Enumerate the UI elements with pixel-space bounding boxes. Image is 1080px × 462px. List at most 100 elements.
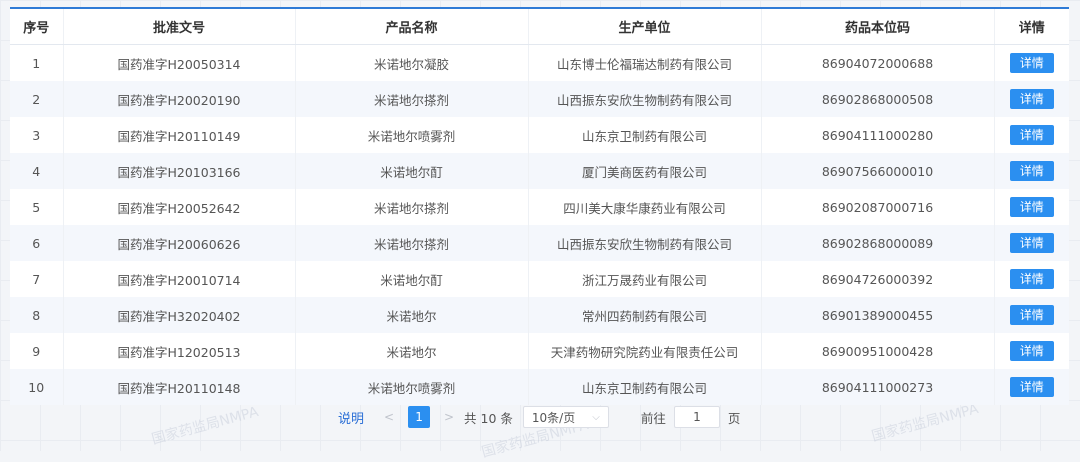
cell-maker: 山西振东安欣生物制药有限公司	[528, 81, 762, 117]
table-row: 3 国药准字H20110149 米诺地尔喷雾剂 山东京卫制药有限公司 869041110…	[10, 117, 1069, 153]
page-size-select[interactable]: 10条/页 ⌵	[522, 406, 609, 428]
cell-maker: 山东京卫制药有限公司	[528, 369, 762, 405]
cell-no: 8	[10, 297, 64, 333]
cell-product: 米诺地尔凝胶	[295, 44, 529, 81]
cell-detail: 详情	[994, 117, 1069, 153]
cell-detail: 详情	[994, 225, 1069, 261]
cell-product: 米诺地尔	[295, 297, 529, 333]
cell-no: 6	[10, 225, 64, 261]
cell-detail: 详情	[994, 153, 1069, 189]
cell-code: 86904072000688	[761, 44, 995, 81]
cell-maker: 天津药物研究院药业有限责任公司	[528, 333, 762, 369]
cell-code: 86904726000392	[761, 261, 995, 297]
cell-detail: 详情	[994, 261, 1069, 297]
cell-approval: 国药准字H12020513	[63, 333, 296, 369]
cell-product: 米诺地尔酊	[295, 261, 529, 297]
cell-no: 1	[10, 44, 64, 81]
cell-approval: 国药准字H20010714	[63, 261, 296, 297]
detail-button[interactable]: 详情	[1009, 125, 1054, 145]
detail-button[interactable]: 详情	[1009, 89, 1054, 109]
note-link[interactable]: 说明	[338, 408, 364, 427]
table-row: 7 国药准字H20010714 米诺地尔酊 浙江万晟药业有限公司 86904726000…	[10, 261, 1069, 297]
chevron-down-icon: ⌵	[592, 411, 600, 423]
cell-detail: 详情	[994, 369, 1069, 405]
cell-maker: 厦门美商医药有限公司	[528, 153, 762, 189]
header-product: 产品名称	[295, 9, 529, 45]
detail-button[interactable]: 详情	[1009, 197, 1054, 217]
cell-detail: 详情	[994, 333, 1069, 369]
cell-product: 米诺地尔搽剂	[295, 189, 529, 225]
cell-no: 7	[10, 261, 64, 297]
cell-detail: 详情	[994, 189, 1069, 225]
goto-label: 前往	[640, 410, 666, 426]
table-row: 5 国药准字H20052642 米诺地尔搽剂 四川美大康华康药业有限公司 8690208…	[10, 189, 1069, 225]
detail-button[interactable]: 详情	[1009, 161, 1054, 181]
detail-button[interactable]: 详情	[1009, 53, 1054, 73]
cell-no: 9	[10, 333, 64, 369]
cell-product: 米诺地尔	[295, 333, 529, 369]
detail-button[interactable]: 详情	[1009, 269, 1054, 289]
cell-approval: 国药准字H20110148	[63, 369, 296, 405]
cell-maker: 四川美大康华康药业有限公司	[528, 189, 762, 225]
page-size-value: 10条/页	[531, 410, 576, 425]
header-maker: 生产单位	[528, 9, 762, 45]
goto-suffix: 页	[727, 410, 741, 426]
cell-no: 3	[10, 117, 64, 153]
cell-code: 86904111000273	[761, 369, 995, 405]
table-row: 6 国药准字H20060626 米诺地尔搽剂 山西振东安欣生物制药有限公司 869028…	[10, 225, 1069, 261]
cell-maker: 山东博士伦福瑞达制药有限公司	[528, 44, 762, 81]
cell-approval: 国药准字H20060626	[63, 225, 296, 261]
table-row: 2 国药准字H20020190 米诺地尔搽剂 山西振东安欣生物制药有限公司 869028…	[10, 81, 1069, 117]
table-row: 1 国药准字H20050314 米诺地尔凝胶 山东博士伦福瑞达制药有限公司 869040…	[10, 44, 1069, 81]
detail-button[interactable]: 详情	[1009, 377, 1054, 397]
cell-approval: 国药准字H32020402	[63, 297, 296, 333]
detail-button[interactable]: 详情	[1009, 233, 1054, 253]
cell-code: 86900951000428	[761, 333, 995, 369]
table-row: 8 国药准字H32020402 米诺地尔 常州四药制药有限公司 869013890004…	[10, 297, 1069, 333]
goto-page-input[interactable]: 1	[673, 406, 720, 428]
cell-code: 86907566000010	[761, 153, 995, 189]
cell-no: 4	[10, 153, 64, 189]
prev-page-icon[interactable]: <	[378, 410, 400, 424]
header-approval: 批准文号	[63, 9, 296, 45]
cell-approval: 国药准字H20052642	[63, 189, 296, 225]
table-row: 10 国药准字H20110148 米诺地尔喷雾剂 山东京卫制药有限公司 86904111…	[10, 369, 1069, 405]
cell-maker: 浙江万晟药业有限公司	[528, 261, 762, 297]
drug-table: 序号 批准文号 产品名称 生产单位 药品本位码 详情 1 国药准字H2005031…	[10, 9, 1069, 405]
page-number-current[interactable]: 1	[408, 406, 431, 428]
detail-button[interactable]: 详情	[1009, 341, 1054, 361]
cell-product: 米诺地尔酊	[295, 153, 529, 189]
cell-no: 10	[10, 369, 64, 405]
cell-maker: 山西振东安欣生物制药有限公司	[528, 225, 762, 261]
cell-product: 米诺地尔搽剂	[295, 81, 529, 117]
cell-detail: 详情	[994, 297, 1069, 333]
cell-approval: 国药准字H20103166	[63, 153, 296, 189]
table-body: 1 国药准字H20050314 米诺地尔凝胶 山东博士伦福瑞达制药有限公司 869040…	[10, 44, 1069, 405]
drug-table-container: 序号 批准文号 产品名称 生产单位 药品本位码 详情 1 国药准字H2005031…	[10, 7, 1069, 405]
cell-maker: 常州四药制药有限公司	[528, 297, 762, 333]
cell-code: 86902868000089	[761, 225, 995, 261]
header-no: 序号	[10, 9, 64, 45]
cell-detail: 详情	[994, 81, 1069, 117]
table-row: 9 国药准字H12020513 米诺地尔 天津药物研究院药业有限责任公司 8690095…	[10, 333, 1069, 369]
header-code: 药品本位码	[761, 9, 995, 45]
cell-approval: 国药准字H20020190	[63, 81, 296, 117]
cell-code: 86904111000280	[761, 117, 995, 153]
table-row: 4 国药准字H20103166 米诺地尔酊 厦门美商医药有限公司 86907566000…	[10, 153, 1069, 189]
cell-product: 米诺地尔搽剂	[295, 225, 529, 261]
cell-maker: 山东京卫制药有限公司	[528, 117, 762, 153]
next-page-icon[interactable]: >	[438, 410, 460, 424]
cell-code: 86902087000716	[761, 189, 995, 225]
detail-button[interactable]: 详情	[1009, 305, 1054, 325]
cell-approval: 国药准字H20050314	[63, 44, 296, 81]
header-detail: 详情	[994, 9, 1069, 45]
pagination: 说明 < 1 > 共 10 条 10条/页 ⌵ 前往 1 页	[338, 404, 740, 430]
table-header-row: 序号 批准文号 产品名称 生产单位 药品本位码 详情	[10, 9, 1069, 45]
total-count: 共 10 条	[464, 410, 513, 426]
cell-approval: 国药准字H20110149	[63, 117, 296, 153]
cell-no: 5	[10, 189, 64, 225]
cell-code: 86901389000455	[761, 297, 995, 333]
cell-product: 米诺地尔喷雾剂	[295, 117, 529, 153]
cell-code: 86902868000508	[761, 81, 995, 117]
cell-no: 2	[10, 81, 64, 117]
